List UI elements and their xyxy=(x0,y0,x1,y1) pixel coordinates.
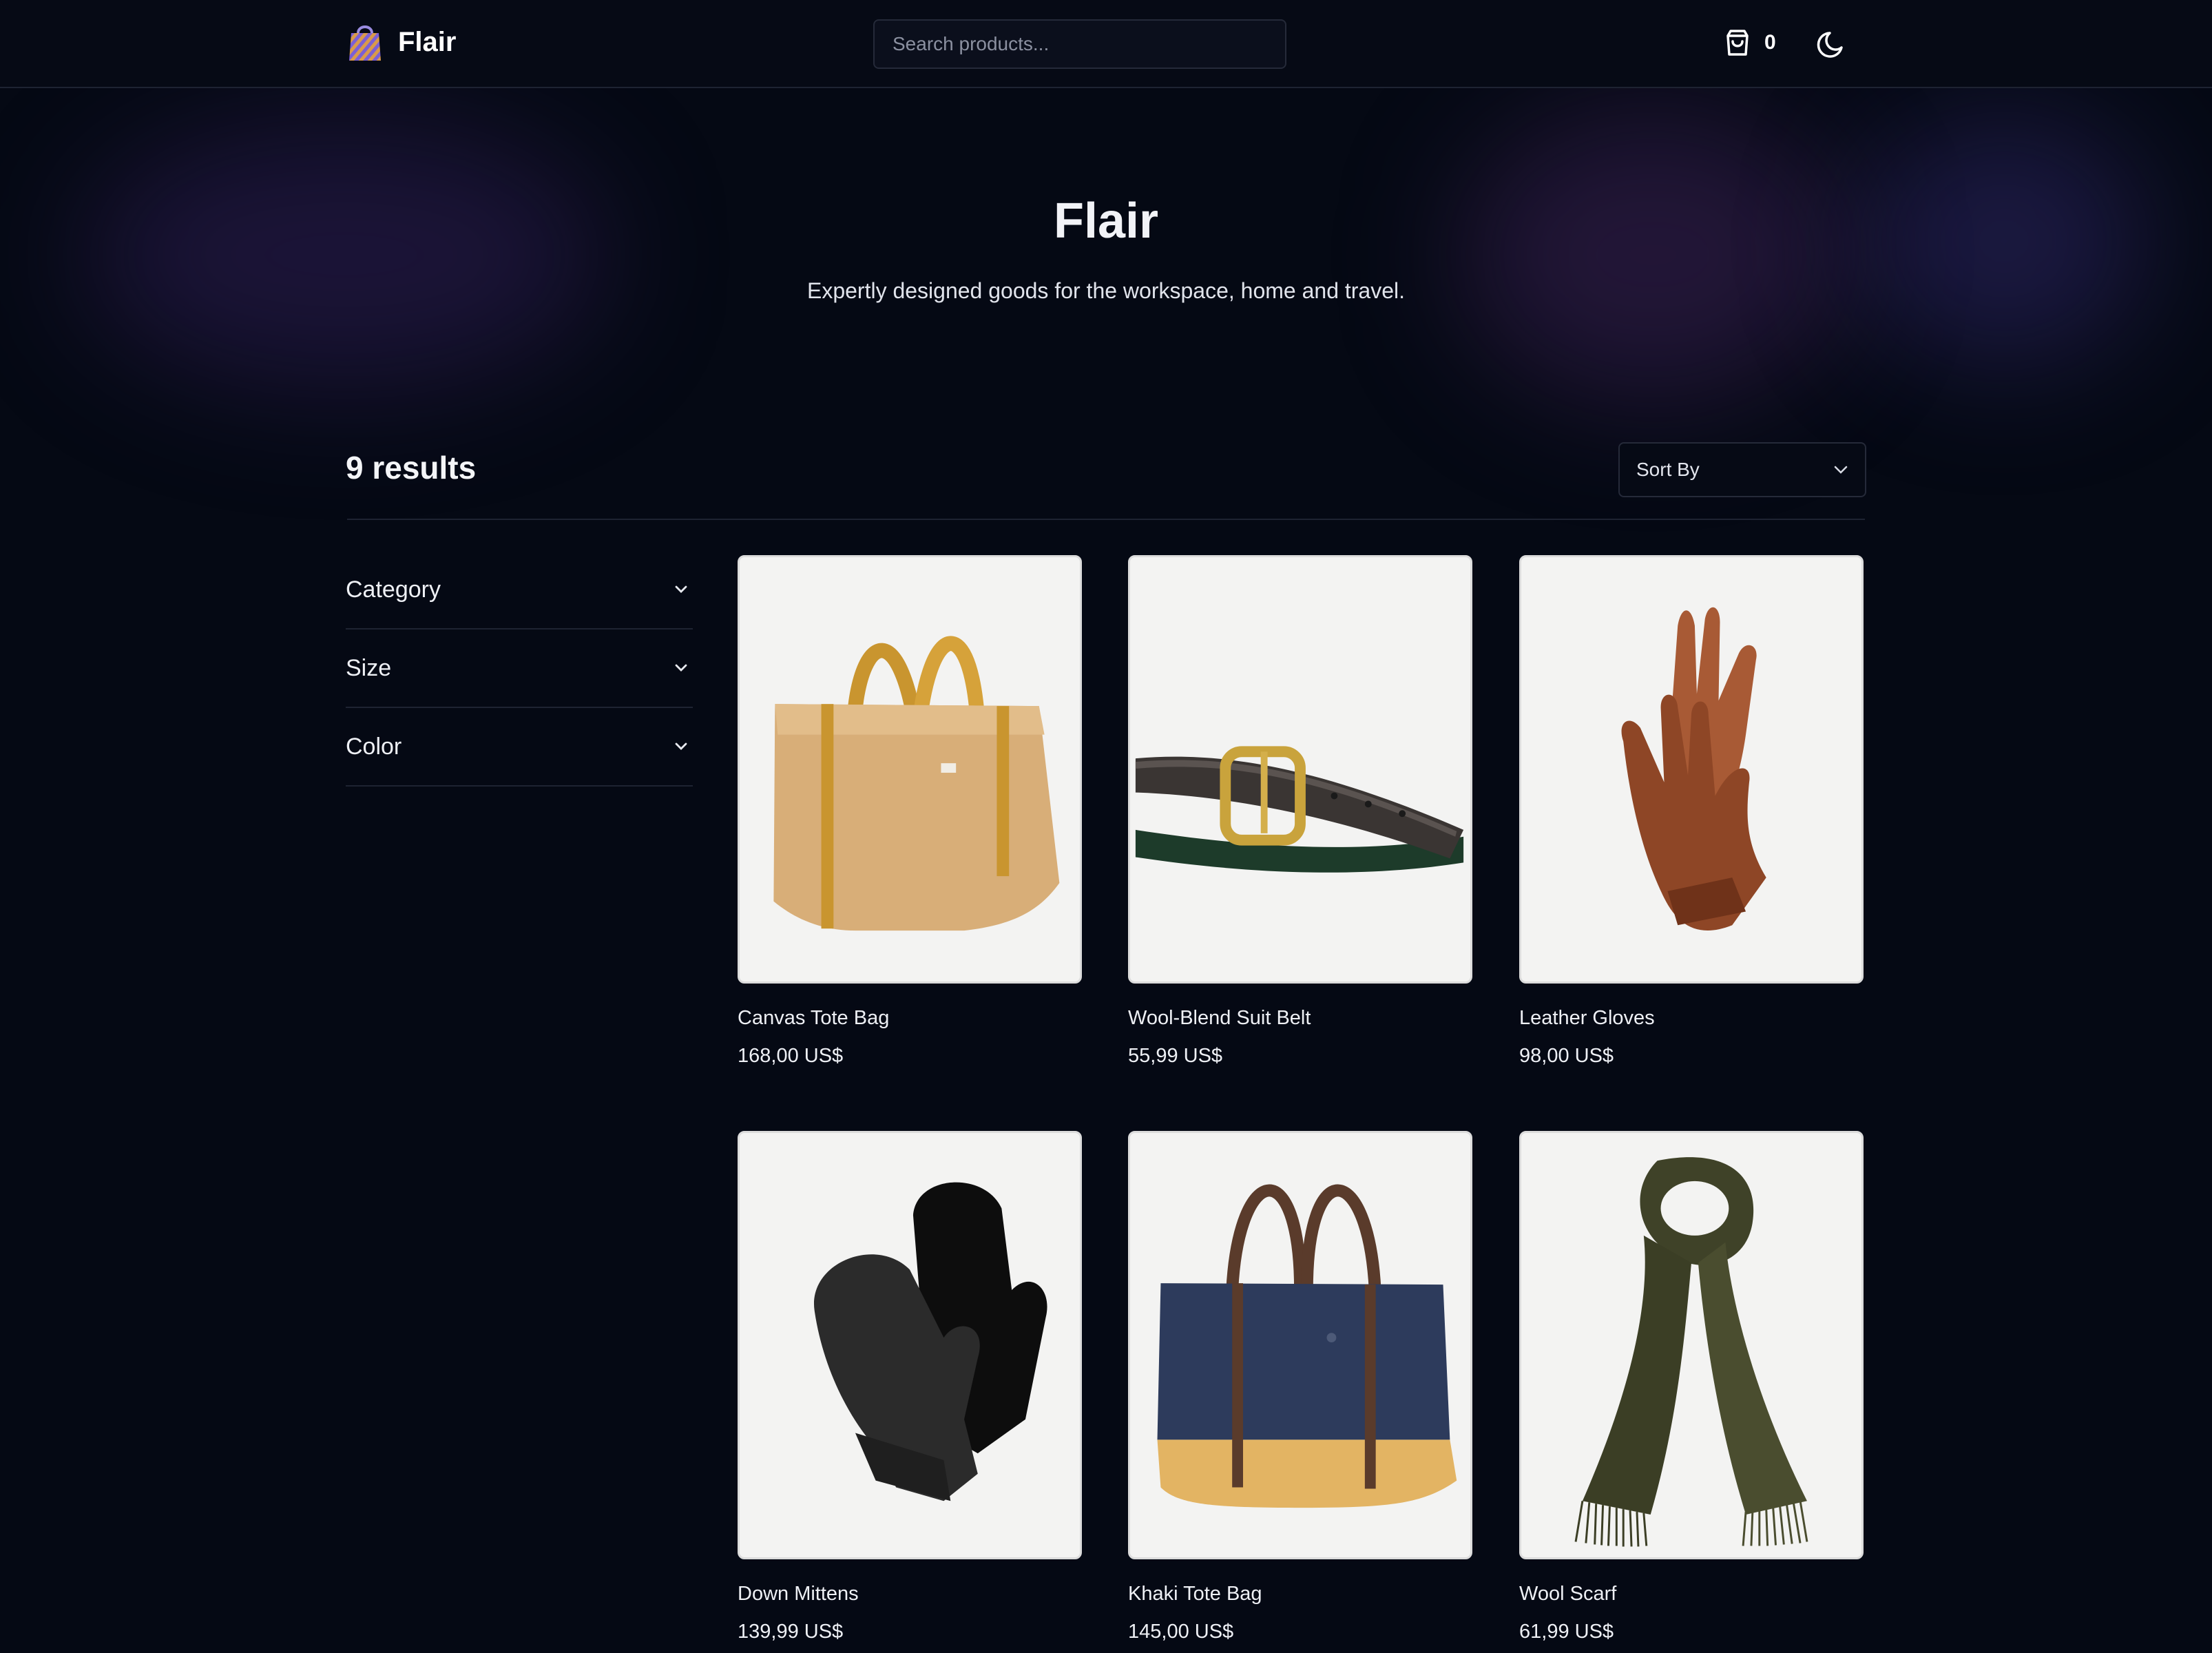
filter-label: Size xyxy=(346,654,392,681)
product-name: Wool-Blend Suit Belt xyxy=(1128,1007,1311,1029)
product-price: 168,00 US$ xyxy=(738,1045,844,1067)
product-image[interactable] xyxy=(738,555,1082,984)
product-price: 61,99 US$ xyxy=(1519,1621,1614,1643)
product-price: 55,99 US$ xyxy=(1128,1045,1223,1067)
khaki-tote-bag-image xyxy=(1157,1184,1457,1508)
chevron-down-icon xyxy=(675,585,687,593)
results-divider xyxy=(347,519,1865,520)
page: Flair 0 Flair Expertly designed goods fo… xyxy=(0,0,2212,1653)
filter-label: Color xyxy=(346,733,402,760)
product-price: 145,00 US$ xyxy=(1128,1621,1234,1643)
product-price: 98,00 US$ xyxy=(1519,1045,1614,1067)
leather-gloves-image xyxy=(1621,607,1766,931)
search-input[interactable] xyxy=(873,19,1286,69)
chevron-down-icon xyxy=(675,664,687,672)
canvas-tote-bag-image xyxy=(773,636,1060,931)
product-card[interactable]: Khaki Tote Bag 145,00 US$ xyxy=(1128,1131,1472,1643)
cart-button[interactable]: 0 xyxy=(1724,29,1776,56)
product-name: Leather Gloves xyxy=(1519,1007,1655,1029)
hero-subtitle: Expertly designed goods for the workspac… xyxy=(806,278,1406,303)
product-name: Khaki Tote Bag xyxy=(1128,1583,1262,1605)
filter-size[interactable]: Size xyxy=(346,630,693,708)
hero-title: Flair xyxy=(1053,194,1159,249)
product-image[interactable] xyxy=(1519,1131,1864,1559)
filter-category[interactable]: Category xyxy=(346,551,693,630)
product-name: Down Mittens xyxy=(738,1583,859,1605)
chevron-down-icon xyxy=(1834,466,1848,474)
suit-belt-image xyxy=(1135,746,1464,873)
shopping-bag-icon xyxy=(349,25,381,61)
background-glow-left xyxy=(83,124,606,386)
product-price: 139,99 US$ xyxy=(738,1621,844,1643)
filter-color[interactable]: Color xyxy=(346,708,693,787)
top-navigation-bar: Flair 0 xyxy=(0,0,2212,88)
product-card[interactable]: Canvas Tote Bag 168,00 US$ xyxy=(738,555,1082,1068)
product-image[interactable] xyxy=(1128,555,1472,984)
wool-scarf-image xyxy=(1574,1157,1808,1547)
product-card[interactable]: Leather Gloves 98,00 US$ xyxy=(1519,555,1864,1068)
product-image[interactable] xyxy=(738,1131,1082,1559)
filter-sidebar: Category Size Color xyxy=(346,551,693,787)
down-mittens-image xyxy=(813,1182,1047,1501)
product-name: Wool Scarf xyxy=(1519,1583,1617,1605)
bag-icon xyxy=(1726,30,1749,56)
sort-label: Sort By xyxy=(1636,459,1700,480)
cart-count: 0 xyxy=(1764,31,1776,54)
product-name: Canvas Tote Bag xyxy=(738,1007,890,1029)
product-image[interactable] xyxy=(1519,555,1864,984)
brand-logo-link[interactable]: Flair xyxy=(347,21,456,63)
filter-label: Category xyxy=(346,576,441,603)
brand-name: Flair xyxy=(398,26,457,57)
background-glow-right xyxy=(1460,110,1846,399)
product-card[interactable]: Wool Scarf 61,99 US$ xyxy=(1519,1131,1864,1643)
chevron-down-icon xyxy=(675,742,687,750)
sort-dropdown[interactable]: Sort By xyxy=(1618,442,1866,497)
results-count: 9 results xyxy=(346,450,477,486)
product-image[interactable] xyxy=(1128,1131,1472,1559)
product-card[interactable]: Wool-Blend Suit Belt 55,99 US$ xyxy=(1128,555,1472,1068)
product-card[interactable]: Down Mittens 139,99 US$ xyxy=(738,1131,1082,1643)
moon-icon[interactable] xyxy=(1814,26,1850,62)
